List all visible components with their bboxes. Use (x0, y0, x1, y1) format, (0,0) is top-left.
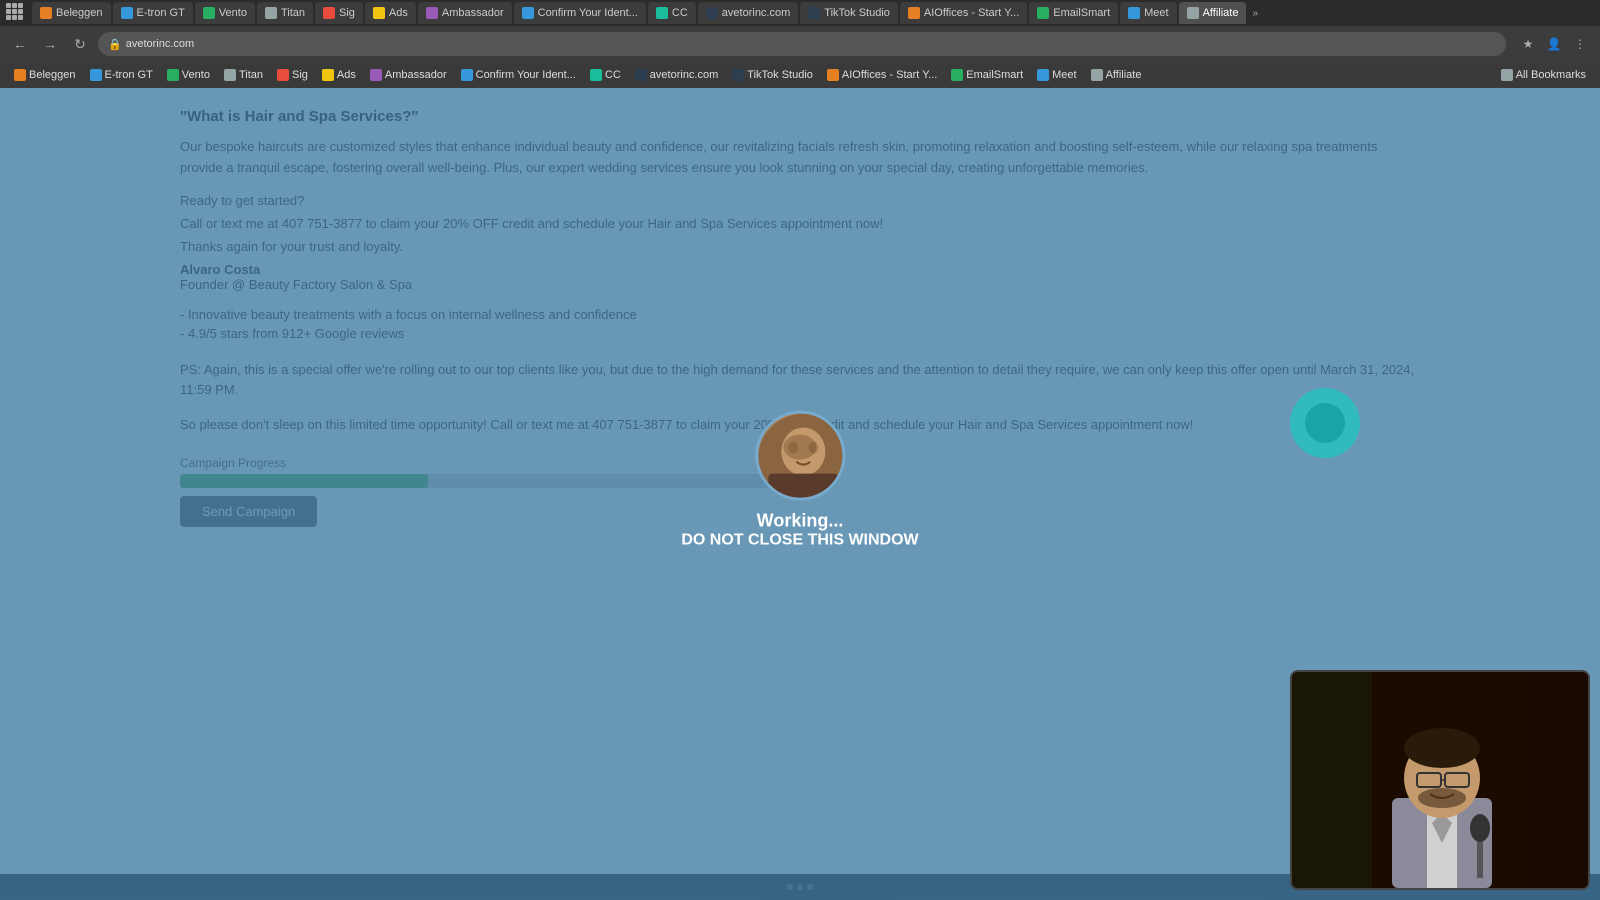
bookmark-affiliate[interactable]: Affiliate (1085, 65, 1148, 85)
refresh-button[interactable]: ↻ (68, 32, 92, 56)
tab-favicon (706, 7, 718, 19)
tab-favicon (203, 7, 215, 19)
working-title: Working... (681, 511, 918, 532)
bookmark-favicon (224, 69, 236, 81)
bookmark-favicon (277, 69, 289, 81)
browser-toolbar: ← → ↻ 🔒 avetorinc.com ★ 👤 ⋮ (0, 26, 1600, 62)
bookmark-favicon (827, 69, 839, 81)
bookmark-favicon (90, 69, 102, 81)
tab-favicon (373, 7, 385, 19)
video-pip[interactable] (1290, 670, 1590, 890)
working-subtitle: DO NOT CLOSE THIS WINDOW (681, 532, 918, 550)
menu-button[interactable]: ⋮ (1568, 32, 1592, 56)
forward-button[interactable]: → (38, 32, 62, 56)
bookmark-confirm-your-ident...[interactable]: Confirm Your Ident... (455, 65, 582, 85)
bookmark-emailsmart[interactable]: EmailSmart (945, 65, 1029, 85)
bookmark-e-tron-gt[interactable]: E-tron GT (84, 65, 159, 85)
tab-favicon (522, 7, 534, 19)
tab-cc[interactable]: CC (648, 2, 696, 24)
tab-titan[interactable]: Titan (257, 2, 313, 24)
tab-favicon (1187, 7, 1199, 19)
tab-favicon (808, 7, 820, 19)
bookmark-favicon (1091, 69, 1103, 81)
bookmark-favicon (590, 69, 602, 81)
bookmark-favicon (322, 69, 334, 81)
bookmark-beleggen[interactable]: Beleggen (8, 65, 82, 85)
browser-chrome: BeleggenE-tron GTVentoTitanSigAdsAmbassa… (0, 0, 1600, 62)
bookmark-favicon (167, 69, 179, 81)
tab-bar: BeleggenE-tron GTVentoTitanSigAdsAmbassa… (0, 0, 1600, 26)
tab-favicon (1037, 7, 1049, 19)
bookmark-favicon (1037, 69, 1049, 81)
bookmark-sig[interactable]: Sig (271, 65, 314, 85)
all-bookmarks-item[interactable]: All Bookmarks (1495, 65, 1592, 85)
tab-favicon (656, 7, 668, 19)
tab-confirm-your-ident...[interactable]: Confirm Your Ident... (514, 2, 646, 24)
bookmark-tiktok-studio[interactable]: TikTok Studio (726, 65, 819, 85)
working-text: Working... DO NOT CLOSE THIS WINDOW (681, 511, 918, 550)
spinner-circle (1290, 388, 1360, 458)
profile-button[interactable]: 👤 (1542, 32, 1566, 56)
working-modal: Working... DO NOT CLOSE THIS WINDOW (681, 411, 918, 550)
back-button[interactable]: ← (8, 32, 32, 56)
tab-beleggen[interactable]: Beleggen (32, 2, 111, 24)
avatar-face (758, 414, 842, 498)
tab-favicon (426, 7, 438, 19)
tab-tiktok-studio[interactable]: TikTok Studio (800, 2, 898, 24)
spinner-inner (1305, 403, 1345, 443)
bookmark-favicon (370, 69, 382, 81)
tab-meet[interactable]: Meet (1120, 2, 1176, 24)
bookmark-aioffices---start-y...[interactable]: AIOffices - Start Y... (821, 65, 943, 85)
bookmark-favicon (635, 69, 647, 81)
tab-vento[interactable]: Vento (195, 2, 255, 24)
tab-sig[interactable]: Sig (315, 2, 363, 24)
address-bar[interactable]: 🔒 avetorinc.com (98, 32, 1506, 56)
bookmark-vento[interactable]: Vento (161, 65, 216, 85)
bookmark-avetorinc.com[interactable]: avetorinc.com (629, 65, 724, 85)
extension-button[interactable]: ★ (1516, 32, 1540, 56)
apps-icon[interactable] (6, 3, 26, 23)
tab-ambassador[interactable]: Ambassador (418, 2, 512, 24)
tab-favicon (40, 7, 52, 19)
bookmark-favicon (732, 69, 744, 81)
more-tabs-button[interactable]: » (1248, 6, 1262, 21)
tab-favicon (1128, 7, 1140, 19)
tab-favicon (323, 7, 335, 19)
bookmark-favicon (951, 69, 963, 81)
bookmark-titan[interactable]: Titan (218, 65, 269, 85)
bookmark-ads[interactable]: Ads (316, 65, 362, 85)
extensions-area: ★ 👤 ⋮ (1516, 32, 1592, 56)
tab-ads[interactable]: Ads (365, 2, 416, 24)
bookmark-meet[interactable]: Meet (1031, 65, 1082, 85)
browser-content: "What is Hair and Spa Services?" Our bes… (0, 88, 1600, 900)
tab-emailsmart[interactable]: EmailSmart (1029, 2, 1118, 24)
bookmark-favicon (461, 69, 473, 81)
tab-aioffices---start-y...[interactable]: AIOffices - Start Y... (900, 2, 1027, 24)
tab-favicon (265, 7, 277, 19)
tab-favicon (121, 7, 133, 19)
bookmark-favicon (14, 69, 26, 81)
bookmark-cc[interactable]: CC (584, 65, 627, 85)
avatar (755, 411, 845, 501)
tab-avetorinc.com[interactable]: avetorinc.com (698, 2, 798, 24)
tab-favicon (908, 7, 920, 19)
bookmarks-bar: BeleggenE-tron GTVentoTitanSigAdsAmbassa… (0, 62, 1600, 88)
tab-affiliate[interactable]: Affiliate (1179, 2, 1247, 24)
tab-e-tron-gt[interactable]: E-tron GT (113, 2, 193, 24)
video-pip-inner (1292, 672, 1588, 888)
bookmark-ambassador[interactable]: Ambassador (364, 65, 453, 85)
